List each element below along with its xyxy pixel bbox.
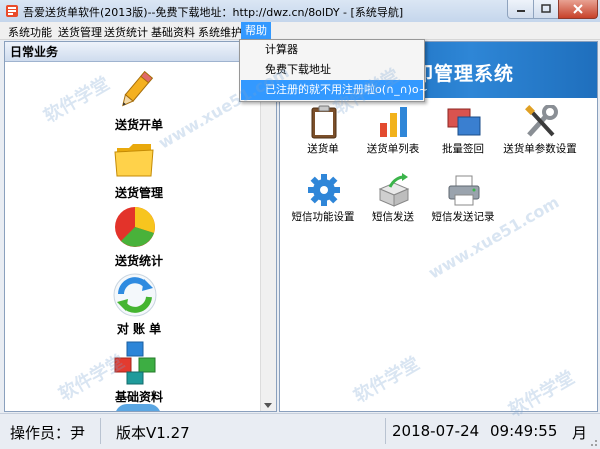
nav-item-partial [115, 404, 161, 411]
status-bar: 操作员：尹 版本V1.27 2018-07-24 09:49:55 月 [0, 413, 600, 449]
printer-icon [448, 175, 480, 206]
nav-item-statement[interactable]: 对 账 单 [95, 272, 205, 340]
minimize-button[interactable] [507, 0, 534, 19]
menu-basic-data[interactable]: 基础资料 [151, 24, 195, 40]
dropdown-item-registered[interactable]: 已注册的就不用注册啦o(∩_∩)o~ [241, 80, 428, 100]
maximize-icon [541, 4, 551, 13]
maximize-button[interactable] [533, 0, 559, 19]
tile-label: 短信发送记录 [431, 211, 495, 223]
banner-title: 印管理系统 [414, 63, 515, 85]
gear-icon [308, 174, 340, 206]
resize-grip-icon[interactable] [588, 437, 598, 447]
pie-chart-icon [115, 207, 155, 247]
panel-header: 日常业务 [5, 42, 276, 62]
tile-label: 送货单参数设置 [503, 143, 577, 155]
daily-business-panel: 日常业务 送货开单 送货管理 送货统计 对 账 单 基础资料 [4, 41, 277, 412]
nav-item-basic-data[interactable]: 基础资料 [95, 340, 205, 408]
bar-chart-icon [380, 107, 407, 137]
title-bar: 吾爱送货单软件(2013版)--免费下载地址：http://dwz.cn/8ol… [0, 0, 600, 23]
minimize-icon [516, 10, 525, 12]
status-divider [100, 418, 101, 444]
pencil-icon [122, 70, 154, 107]
menu-bar: 系统功能 送货管理 送货统计 基础资料 系统维护 帮助 [0, 22, 600, 40]
folder-icon [114, 144, 154, 177]
refresh-arrows-icon [113, 273, 157, 317]
scrollbar[interactable] [260, 62, 276, 411]
window-title: 吾爱送货单软件(2013版)--免费下载地址：http://dwz.cn/8ol… [23, 6, 404, 19]
dropdown-item-download[interactable]: 免费下载地址 [241, 60, 423, 80]
status-date: 2018-07-24 [392, 422, 480, 440]
menu-system[interactable]: 系统功能 [8, 24, 52, 40]
menu-delivery-manage[interactable]: 送货管理 [58, 24, 102, 40]
app-icon [6, 5, 18, 17]
help-dropdown-menu: 计算器 免费下载地址 已注册的就不用注册啦o(∩_∩)o~ [239, 39, 428, 102]
nav-item-delivery-create[interactable]: 送货开单 [95, 68, 205, 136]
tile-delivery-params[interactable]: 送货单参数设置 [501, 105, 579, 157]
nav-item-delivery-stats[interactable]: 送货统计 [95, 204, 205, 272]
menu-maintenance[interactable]: 系统维护 [198, 24, 242, 40]
close-button[interactable] [558, 0, 598, 19]
blocks-icon [114, 341, 156, 385]
tile-sms-records[interactable]: 短信发送记录 [424, 173, 502, 225]
status-divider [385, 418, 386, 444]
close-icon [573, 4, 583, 14]
status-operator: 操作员：尹 [10, 424, 86, 442]
nav-label: 送货统计 [114, 254, 163, 268]
windows-stack-icon [447, 108, 481, 136]
tools-icon [525, 105, 558, 137]
nav-item-delivery-manage[interactable]: 送货管理 [95, 136, 205, 204]
nav-label: 基础资料 [114, 390, 163, 404]
nav-label: 送货管理 [114, 186, 163, 200]
dropdown-item-calculator[interactable]: 计算器 [241, 40, 423, 60]
menu-help[interactable]: 帮助 [241, 22, 271, 39]
nav-label: 送货开单 [114, 118, 163, 132]
menu-delivery-stats[interactable]: 送货统计 [104, 24, 148, 40]
status-version: 版本V1.27 [116, 424, 190, 442]
status-day: 月 [572, 424, 588, 442]
status-time: 09:49:55 [490, 422, 558, 440]
clipboard-icon [311, 105, 337, 139]
nav-label: 对 账 单 [116, 322, 162, 336]
send-box-icon [378, 173, 410, 207]
scroll-down-icon[interactable] [264, 403, 272, 408]
